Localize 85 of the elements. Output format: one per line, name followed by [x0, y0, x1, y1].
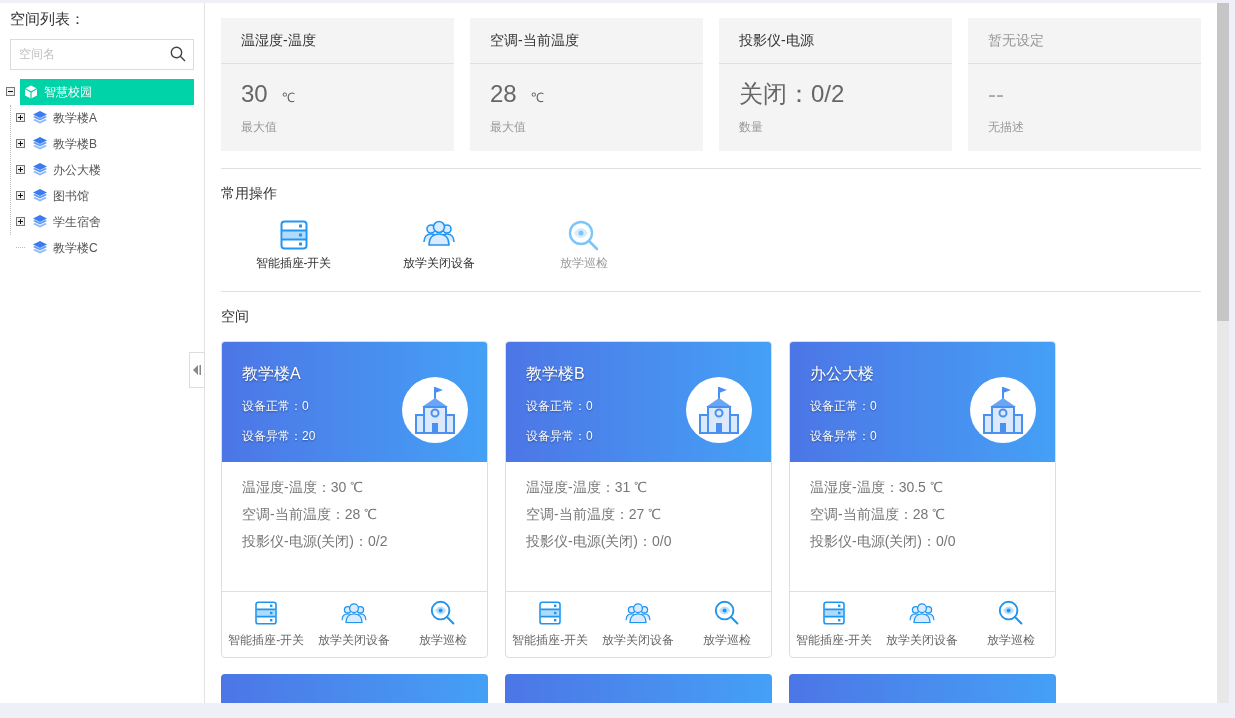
stat-caption: 无描述: [987, 119, 1025, 136]
stat-value: --: [988, 79, 1004, 109]
section-title: 空间: [221, 307, 250, 326]
people-icon: [422, 220, 455, 246]
stat-value: 关闭：0/2: [739, 79, 845, 109]
collapse-left-icon: [193, 365, 201, 375]
school-building-icon: [686, 377, 752, 443]
server-icon: [279, 220, 308, 250]
reading-text: 投影仪-电源(关闭)：0/0: [526, 532, 673, 551]
server-icon: [254, 601, 278, 625]
stat-value: 28: [490, 79, 517, 109]
stat-title: 空调-当前温度: [470, 18, 703, 64]
server-icon: [538, 601, 562, 625]
tree-item[interactable]: 图书馆: [31, 184, 91, 207]
reading-text: 空调-当前温度：27 ℃: [526, 505, 663, 524]
magnifier-eye-icon: [567, 220, 600, 252]
normal-count: 设备正常：0: [810, 398, 878, 415]
quick-action-button[interactable]: 智能插座-开关: [221, 220, 366, 272]
server-icon: [822, 601, 846, 625]
expand-icon[interactable]: [16, 165, 25, 174]
normal-count: 设备正常：0: [526, 398, 594, 415]
stat-title: 投影仪-电源: [719, 18, 952, 64]
card-action-button[interactable]: 智能插座-开关: [222, 592, 311, 657]
stat-caption: 最大值: [240, 119, 278, 136]
card-title: 教学楼A: [242, 364, 302, 384]
layers-icon: [33, 111, 47, 124]
stat-title: 温湿度-温度: [221, 18, 454, 64]
tree-item[interactable]: 教学楼B: [31, 132, 99, 155]
reading-text: 空调-当前温度：28 ℃: [810, 505, 947, 524]
expand-icon[interactable]: [16, 217, 25, 226]
normal-count: 设备正常：0: [242, 398, 310, 415]
scrollbar-thumb[interactable]: [1217, 3, 1229, 321]
sidebar-title: 空间列表：: [9, 9, 86, 29]
stat-caption: 数量: [738, 119, 764, 136]
layers-icon: [33, 215, 47, 228]
layers-icon: [33, 137, 47, 150]
reading-text: 温湿度-温度：30 ℃: [242, 478, 365, 497]
search-field[interactable]: 空间名: [10, 38, 194, 70]
people-icon: [341, 602, 368, 624]
card-action-button[interactable]: 放学巡检: [682, 592, 771, 657]
quick-action-button[interactable]: 放学关闭设备: [366, 220, 511, 272]
reading-text: 温湿度-温度：31 ℃: [526, 478, 649, 497]
stat-unit: ℃: [530, 89, 544, 107]
reading-text: 温湿度-温度：30.5 ℃: [810, 478, 944, 497]
tree-item[interactable]: 办公大楼: [31, 158, 103, 181]
card-action-button[interactable]: 放学巡检: [398, 592, 487, 657]
tree-item[interactable]: 学生宿舍: [31, 210, 103, 233]
expand-icon[interactable]: [16, 113, 25, 122]
abnormal-count: 设备异常：0: [526, 428, 594, 445]
tree-item[interactable]: 教学楼A: [31, 106, 99, 129]
card-action-button[interactable]: 智能插座-开关: [506, 592, 595, 657]
expand-icon[interactable]: [16, 191, 25, 200]
abnormal-count: 设备异常：20: [242, 428, 317, 445]
card-action-button[interactable]: 智能插座-开关: [790, 592, 879, 657]
collapse-icon[interactable]: [6, 87, 15, 96]
card-action-button[interactable]: 放学巡检: [966, 592, 1055, 657]
stat-unit: ℃: [281, 89, 295, 107]
magnifier-eye-icon: [714, 600, 740, 626]
people-icon: [625, 602, 652, 624]
reading-text: 投影仪-电源(关闭)：0/2: [242, 532, 389, 551]
magnifier-eye-icon: [430, 600, 456, 626]
search-icon[interactable]: [170, 45, 186, 62]
reading-text: 空调-当前温度：28 ℃: [242, 505, 379, 524]
layers-icon: [33, 241, 47, 254]
cube-icon: [24, 84, 38, 99]
card-action-button[interactable]: 放学关闭设备: [878, 592, 967, 657]
abnormal-count: 设备异常：0: [810, 428, 878, 445]
card-title: 办公大楼: [810, 364, 875, 384]
stat-value: 30: [241, 79, 268, 109]
collapse-sidebar-button[interactable]: [189, 352, 205, 388]
stat-caption: 最大值: [489, 119, 527, 136]
card-action-button[interactable]: 放学关闭设备: [594, 592, 683, 657]
stat-title: 暂无设定: [968, 18, 1201, 64]
people-icon: [909, 602, 936, 624]
layers-icon: [33, 163, 47, 176]
card-action-button[interactable]: 放学关闭设备: [310, 592, 399, 657]
school-building-icon: [970, 377, 1036, 443]
expand-icon[interactable]: [16, 139, 25, 148]
magnifier-eye-icon: [998, 600, 1024, 626]
layers-icon: [33, 189, 47, 202]
section-title: 常用操作: [221, 184, 278, 203]
school-building-icon: [402, 377, 468, 443]
tree-item[interactable]: 教学楼C: [31, 236, 100, 259]
reading-text: 投影仪-电源(关闭)：0/0: [810, 532, 957, 551]
card-title: 教学楼B: [526, 364, 586, 384]
